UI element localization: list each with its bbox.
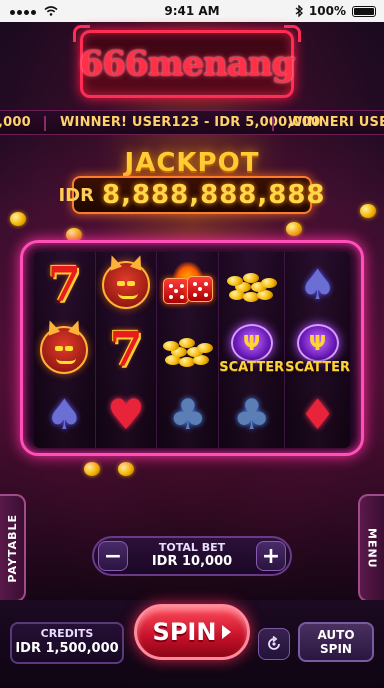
paytable-label: PAYTABLE bbox=[5, 513, 19, 583]
trident-icon: Ψ bbox=[230, 324, 273, 363]
scatter-label: SCATTER bbox=[219, 360, 285, 376]
ticker-item: WINNERI USER12 bbox=[288, 115, 384, 130]
auto-spin-label-line2: SPIN bbox=[320, 642, 352, 657]
reel-cell: Ψ SCATTER bbox=[219, 317, 284, 382]
spin-label: SPIN bbox=[152, 618, 217, 646]
reel-cell: ♦ bbox=[285, 383, 350, 448]
total-bet-value: IDR 10,000 bbox=[151, 553, 233, 569]
bluetooth-icon bbox=[295, 5, 303, 17]
total-bet-label: TOTAL BET bbox=[158, 541, 226, 555]
jackpot-currency: IDR bbox=[58, 184, 94, 206]
spade-symbol: ♠ bbox=[45, 390, 84, 440]
ticker-divider bbox=[44, 116, 46, 131]
gold-coins-symbol bbox=[225, 264, 279, 306]
coin-icon bbox=[84, 462, 100, 476]
reel-3: ♣ bbox=[157, 252, 220, 448]
coin-icon bbox=[10, 212, 26, 226]
reel-4: Ψ SCATTER ♣ bbox=[219, 252, 286, 448]
scatter-symbol: Ψ SCATTER bbox=[285, 324, 350, 375]
reel-cell: Ψ SCATTER bbox=[285, 317, 350, 382]
reel-cell: ♣ bbox=[157, 383, 218, 448]
reel-cell: ♣ bbox=[219, 383, 284, 448]
ticker-divider bbox=[272, 116, 274, 131]
heart-symbol: ♥ bbox=[107, 390, 145, 440]
menu-tab[interactable]: MENU bbox=[358, 494, 384, 602]
gold-coins-symbol bbox=[161, 329, 215, 371]
club-symbol: ♣ bbox=[169, 390, 207, 440]
ticker-item: ,000 bbox=[0, 115, 31, 130]
reel-cell: 7 bbox=[96, 317, 157, 382]
jackpot-display: IDR 8,888,888,888 bbox=[58, 176, 325, 214]
refresh-icon bbox=[268, 636, 280, 650]
coin-icon bbox=[118, 462, 134, 476]
reel-cell bbox=[219, 252, 284, 317]
total-bet-display: TOTAL BET IDR 10,000 bbox=[152, 542, 232, 570]
game-logo: 666menang bbox=[73, 25, 301, 98]
spin-button[interactable]: SPIN bbox=[134, 604, 250, 660]
seven-symbol: 7 bbox=[47, 256, 82, 313]
credits-value: IDR 1,500,000 bbox=[15, 640, 119, 656]
paytable-tab[interactable]: PAYTABLE bbox=[0, 494, 26, 602]
reel-cell bbox=[96, 252, 157, 317]
coin-icon bbox=[360, 204, 376, 218]
reel-1: 7 ♠ bbox=[34, 252, 96, 448]
scatter-symbol: Ψ SCATTER bbox=[219, 324, 284, 375]
battery-icon bbox=[352, 5, 376, 17]
logo-text: 666menang bbox=[79, 44, 296, 84]
flaming-dice-symbol bbox=[161, 261, 215, 308]
seven-symbol: 7 bbox=[109, 321, 143, 378]
scatter-label: SCATTER bbox=[285, 360, 350, 376]
status-bar: 9:41 AM 100% bbox=[0, 0, 384, 22]
play-arrow-icon bbox=[222, 625, 232, 639]
devil-symbol bbox=[40, 325, 89, 374]
devil-symbol bbox=[102, 260, 151, 309]
battery-percentage: 100% bbox=[308, 4, 346, 18]
turbo-spin-button[interactable] bbox=[258, 628, 290, 660]
reel-cell: 7 bbox=[34, 252, 95, 317]
reel-cell: ♠ bbox=[34, 383, 95, 448]
winners-ticker: ,000 WINNER! USER123 - IDR 5,000,000 WIN… bbox=[0, 110, 384, 135]
jackpot-amount: 8,888,888,888 bbox=[101, 180, 326, 210]
total-bet-control: − TOTAL BET IDR 10,000 + bbox=[92, 536, 292, 576]
trident-icon: Ψ bbox=[296, 324, 339, 363]
auto-spin-label-line1: AUTO bbox=[317, 628, 355, 642]
reels-grid: 7 ♠ 7 ♥ ♣ Ψ SCATTER ♣ ♠ Ψ SCATTER ♦ bbox=[34, 252, 350, 448]
reel-cell bbox=[157, 252, 218, 317]
credits-display: CREDITS IDR 1,500,000 bbox=[10, 622, 124, 664]
slot-game-screen: 9:41 AM 100% 666menang ,000 WINNER! USER… bbox=[0, 0, 384, 688]
reel-cell bbox=[34, 317, 95, 382]
reel-2: 7 ♥ bbox=[95, 252, 158, 448]
club-symbol: ♣ bbox=[232, 390, 271, 440]
reel-cell bbox=[157, 317, 218, 382]
reel-5: ♠ Ψ SCATTER ♦ bbox=[285, 252, 350, 448]
spade-symbol: ♠ bbox=[298, 259, 337, 309]
reel-cell: ♥ bbox=[96, 383, 157, 448]
menu-label: MENU bbox=[365, 527, 379, 569]
jackpot-title: JACKPOT bbox=[124, 148, 260, 178]
auto-spin-button[interactable]: AUTO SPIN bbox=[298, 622, 374, 662]
ticker-item: WINNER! USER123 - IDR 5,000,000 bbox=[60, 115, 321, 130]
reel-cell: ♠ bbox=[285, 252, 350, 317]
diamond-symbol: ♦ bbox=[298, 390, 337, 440]
credits-label: CREDITS bbox=[40, 627, 94, 640]
coin-icon bbox=[286, 222, 302, 236]
decrease-bet-button[interactable]: − bbox=[98, 541, 128, 571]
increase-bet-button[interactable]: + bbox=[256, 541, 286, 571]
